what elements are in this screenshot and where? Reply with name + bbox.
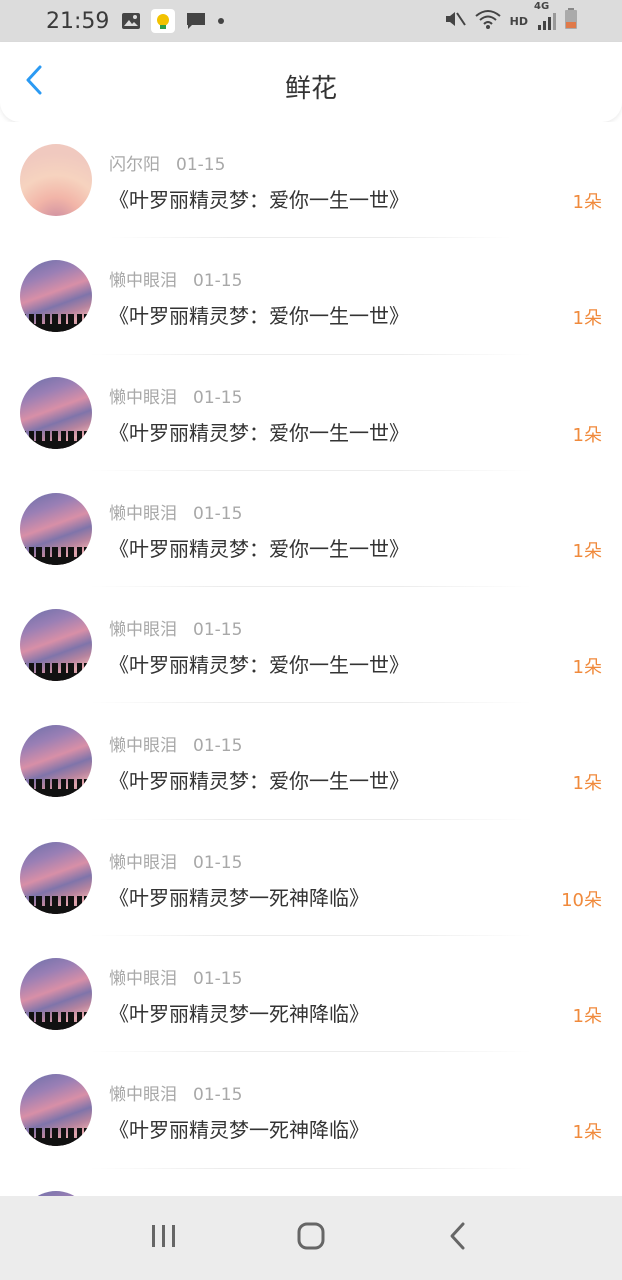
flower-count: 1朵 bbox=[572, 773, 602, 795]
flower-count: 1朵 bbox=[572, 540, 602, 562]
item-date: 01-15 bbox=[193, 620, 243, 641]
avatar[interactable] bbox=[20, 725, 92, 798]
avatar[interactable] bbox=[20, 376, 92, 449]
list-item[interactable]: 懒中眼泪 01-15 《叶罗丽精灵梦：爱你一生一世》 1朵 bbox=[0, 703, 622, 821]
item-date: 01-15 bbox=[193, 1085, 243, 1106]
list-item[interactable]: 懒中眼泪 01-15 《叶罗丽精灵梦：爱你一生一世》 1朵 bbox=[0, 587, 622, 704]
system-navigation-bar bbox=[0, 1196, 622, 1280]
flower-count: 1朵 bbox=[572, 1006, 602, 1028]
avatar[interactable] bbox=[20, 958, 92, 1031]
battery-icon bbox=[564, 8, 578, 34]
item-date: 01-15 bbox=[193, 852, 243, 873]
gift-title: 《叶罗丽精灵梦：爱你一生一世》 bbox=[109, 653, 409, 678]
item-meta: 懒中眼泪 01-15 bbox=[109, 499, 242, 524]
gift-title: 《叶罗丽精灵梦一死神降临》 bbox=[109, 885, 369, 910]
list-item[interactable]: 懒中眼泪 01-15 《叶罗丽精灵梦一死神降临》 1朵 bbox=[0, 1052, 622, 1169]
gift-title: 《叶罗丽精灵梦：爱你一生一世》 bbox=[109, 304, 409, 329]
app-notification-icon bbox=[151, 9, 176, 33]
flower-count: 10朵 bbox=[561, 889, 602, 911]
mute-icon bbox=[444, 9, 466, 33]
sender-name: 懒中眼泪 bbox=[109, 271, 177, 292]
flower-count: 1朵 bbox=[572, 1122, 602, 1144]
item-date: 01-15 bbox=[193, 969, 243, 990]
item-meta: 懒中眼泪 01-15 bbox=[109, 964, 242, 989]
item-date: 01-15 bbox=[193, 387, 243, 408]
avatar[interactable] bbox=[20, 260, 92, 333]
network-type: HD bbox=[509, 14, 528, 28]
sender-name: 懒中眼泪 bbox=[109, 736, 177, 757]
item-meta: 闪尔阳 01-15 bbox=[109, 150, 225, 175]
sender-name: 懒中眼泪 bbox=[109, 387, 177, 408]
item-meta: 懒中眼泪 01-15 bbox=[109, 266, 242, 291]
recent-apps-icon bbox=[149, 1223, 179, 1253]
item-meta: 懒中眼泪 01-15 bbox=[109, 731, 242, 756]
more-dot-icon bbox=[217, 17, 225, 25]
gift-title: 《叶罗丽精灵梦：爱你一生一世》 bbox=[109, 536, 409, 561]
avatar[interactable] bbox=[20, 841, 92, 914]
list-item[interactable]: 懒中眼泪 01-15 《叶罗丽精灵梦：爱你一生一世》 1朵 bbox=[0, 471, 622, 588]
gift-title: 《叶罗丽精灵梦一死神降临》 bbox=[109, 1002, 369, 1027]
list-item[interactable]: 懒中眼泪 01-15 《叶罗丽精灵梦：爱你一生一世》 1朵 bbox=[0, 355, 622, 472]
top-app-bar: 鲜花 bbox=[0, 42, 622, 122]
item-meta: 懒中眼泪 01-15 bbox=[109, 1080, 242, 1105]
item-meta: 懒中眼泪 01-15 bbox=[109, 383, 242, 408]
flower-count: 1朵 bbox=[572, 308, 602, 330]
signal-label: 4G bbox=[534, 1, 550, 12]
sender-name: 懒中眼泪 bbox=[109, 503, 177, 524]
recent-apps-button[interactable] bbox=[134, 1208, 194, 1268]
avatar[interactable] bbox=[20, 144, 92, 216]
item-date: 01-15 bbox=[193, 503, 243, 524]
flower-count: 1朵 bbox=[572, 192, 602, 213]
gallery-icon bbox=[121, 12, 141, 30]
home-button[interactable] bbox=[281, 1208, 341, 1268]
item-date: 01-15 bbox=[193, 271, 243, 292]
list-item[interactable]: 懒中眼泪 01-15 《叶罗丽精灵梦一死神降临》 10朵 bbox=[0, 820, 622, 937]
flower-gift-list[interactable]: 闪尔阳 01-15 《叶罗丽精灵梦：爱你一生一世》 1朵 懒中眼泪 01-15 《叶… bbox=[0, 122, 622, 1196]
gift-title: 《叶罗丽精灵梦：爱你一生一世》 bbox=[109, 188, 409, 212]
sender-name: 闪尔阳 bbox=[109, 155, 160, 175]
sender-name: 懒中眼泪 bbox=[109, 1085, 177, 1106]
wifi-icon bbox=[474, 9, 502, 33]
sender-name: 懒中眼泪 bbox=[109, 852, 177, 873]
list-item-partial[interactable] bbox=[0, 1169, 622, 1196]
home-icon bbox=[296, 1221, 326, 1255]
message-icon bbox=[185, 11, 207, 31]
item-date: 01-15 bbox=[176, 155, 226, 175]
item-date: 01-15 bbox=[193, 736, 243, 757]
gift-title: 《叶罗丽精灵梦：爱你一生一世》 bbox=[109, 420, 409, 445]
system-back-button[interactable] bbox=[428, 1208, 488, 1268]
sender-name: 懒中眼泪 bbox=[109, 620, 177, 641]
list-item[interactable]: 闪尔阳 01-15 《叶罗丽精灵梦：爱你一生一世》 1朵 bbox=[0, 122, 622, 239]
back-icon bbox=[448, 1221, 468, 1255]
sender-name: 懒中眼泪 bbox=[109, 969, 177, 990]
item-meta: 懒中眼泪 01-15 bbox=[109, 848, 242, 873]
gift-title: 《叶罗丽精灵梦：爱你一生一世》 bbox=[109, 769, 409, 794]
signal-icon: 4G bbox=[534, 1, 556, 31]
avatar[interactable] bbox=[20, 1074, 92, 1147]
flower-count: 1朵 bbox=[572, 657, 602, 679]
status-time: 21:59 bbox=[46, 8, 110, 34]
list-item[interactable]: 懒中眼泪 01-15 《叶罗丽精灵梦一死神降临》 1朵 bbox=[0, 936, 622, 1053]
avatar[interactable] bbox=[20, 492, 92, 565]
avatar[interactable] bbox=[20, 609, 92, 682]
item-meta: 懒中眼泪 01-15 bbox=[109, 615, 242, 640]
list-item[interactable]: 懒中眼泪 01-15 《叶罗丽精灵梦：爱你一生一世》 1朵 bbox=[0, 238, 622, 355]
flower-count: 1朵 bbox=[572, 424, 602, 446]
page-title: 鲜花 bbox=[284, 74, 337, 104]
gift-title: 《叶罗丽精灵梦一死神降临》 bbox=[109, 1118, 369, 1143]
status-bar: 21:59 HD 4G bbox=[0, 0, 622, 42]
